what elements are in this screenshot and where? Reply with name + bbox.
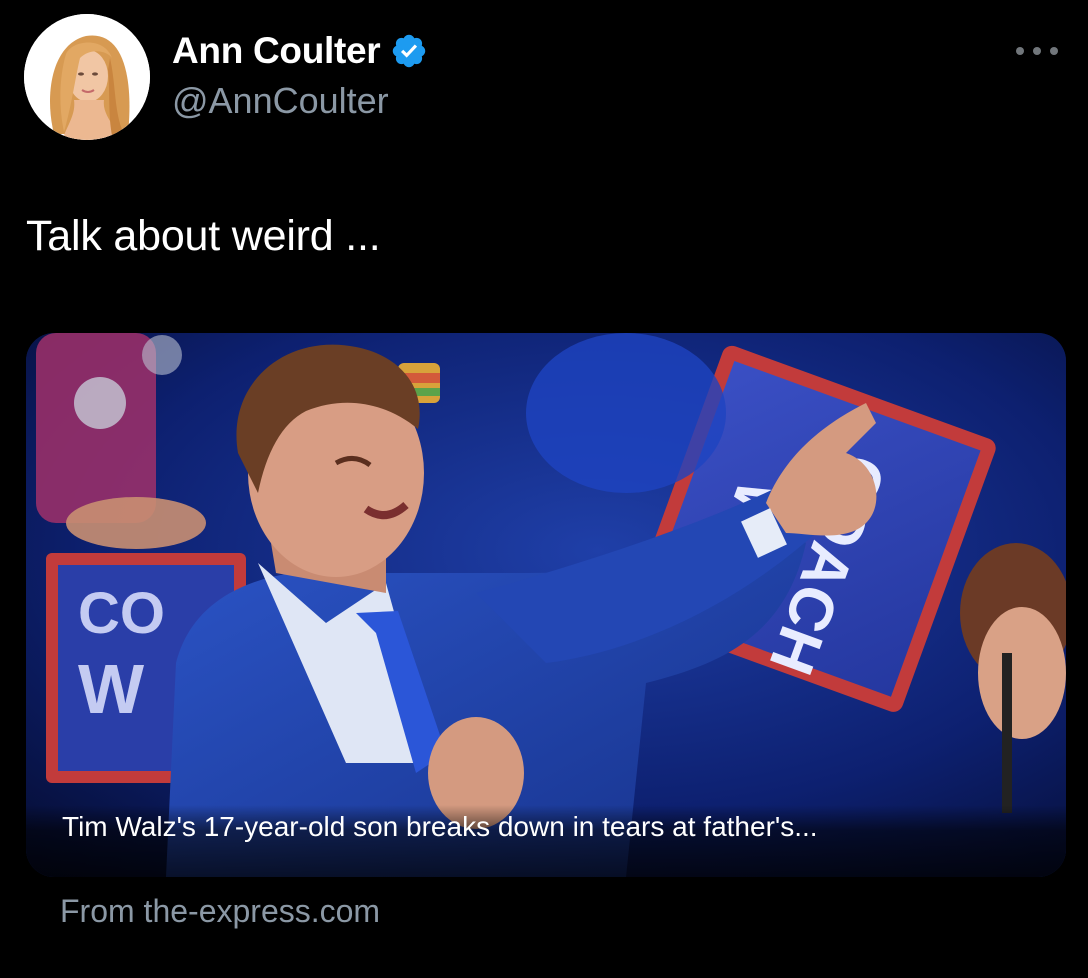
- more-horizontal-icon-dot-3: [1050, 47, 1058, 55]
- profile-photo-icon: [24, 14, 150, 140]
- more-options-button[interactable]: [1012, 38, 1062, 64]
- link-card[interactable]: CO W WALZ COACH: [26, 333, 1066, 877]
- card-headline: Tim Walz's 17-year-old son breaks down i…: [62, 811, 818, 842]
- more-horizontal-icon: [1016, 47, 1024, 55]
- svg-text:CO: CO: [78, 581, 165, 646]
- author-handle[interactable]: @AnnCoulter: [172, 80, 389, 122]
- tweet: Ann Coulter @AnnCoulter Talk about weird…: [0, 0, 1088, 978]
- tweet-text: Talk about weird ...: [26, 212, 381, 260]
- author-name-row: Ann Coulter: [172, 28, 428, 74]
- link-source[interactable]: From the-express.com: [60, 893, 380, 930]
- verified-badge-icon: [393, 34, 426, 68]
- avatar[interactable]: [24, 14, 150, 140]
- author-display-name[interactable]: Ann Coulter: [172, 30, 381, 72]
- more-horizontal-icon-dot-2: [1033, 47, 1041, 55]
- article-photo-icon: CO W WALZ COACH: [26, 333, 1066, 877]
- svg-text:W: W: [78, 650, 144, 728]
